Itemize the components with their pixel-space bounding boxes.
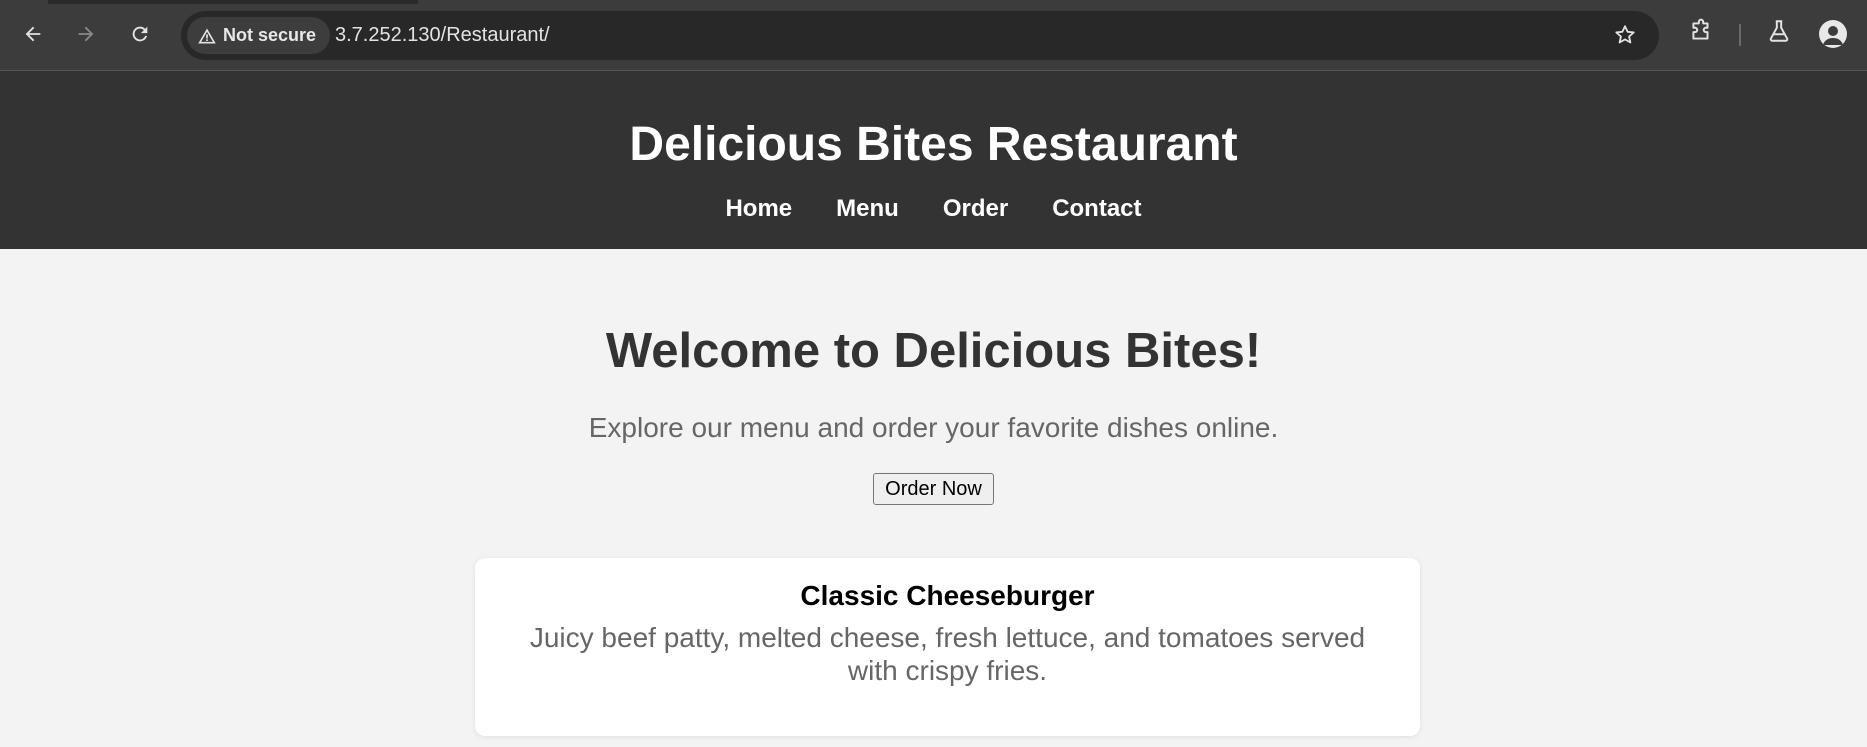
forward-arrow-icon: [78, 26, 94, 42]
nav-link-contact[interactable]: Contact: [1030, 195, 1163, 223]
menu-item-card: Classic Cheeseburger Juicy beef patty, m…: [475, 558, 1420, 736]
nav-link-order[interactable]: Order: [921, 195, 1030, 223]
nav-link-home[interactable]: Home: [703, 195, 814, 223]
reload-icon: [132, 26, 148, 42]
site-title: Delicious Bites Restaurant: [629, 118, 1238, 171]
flask-icon: [1769, 20, 1789, 42]
forward-button[interactable]: [68, 16, 104, 52]
welcome-subtitle: Explore our menu and order your favorite…: [588, 412, 1279, 443]
reload-button[interactable]: [122, 16, 158, 52]
security-indicator[interactable]: Not secure: [187, 17, 331, 54]
profile-icon: [1823, 26, 1843, 45]
address-bar[interactable]: Not secure 3.7.252.130/Restaurant/: [181, 11, 1659, 60]
nav-link-menu[interactable]: Menu: [814, 195, 921, 223]
site-header: Delicious Bites Restaurant Home Menu Ord…: [0, 71, 1867, 249]
url-text[interactable]: 3.7.252.130/Restaurant/: [335, 11, 550, 60]
tab-strip-edge: [48, 0, 418, 4]
back-arrow-icon: [25, 26, 41, 42]
puzzle-icon: [1692, 18, 1709, 40]
star-icon: [1615, 25, 1635, 44]
extensions-button[interactable]: [1688, 18, 1714, 49]
security-label: Not secure: [223, 25, 317, 45]
main-nav: Home Menu Order Contact: [0, 195, 1867, 223]
toolbar-divider: [1739, 24, 1741, 46]
hero-section: Welcome to Delicious Bites! Explore our …: [0, 249, 1867, 505]
order-now-button[interactable]: Order Now: [873, 473, 994, 505]
labs-button[interactable]: [1766, 18, 1792, 49]
bookmark-button[interactable]: [1613, 23, 1637, 52]
browser-toolbar: Not secure 3.7.252.130/Restaurant/: [0, 0, 1867, 71]
menu-item-description: Juicy beef patty, melted cheese, fresh l…: [529, 622, 1366, 686]
menu-item-name: Classic Cheeseburger: [800, 580, 1095, 611]
warning-icon: [198, 28, 216, 43]
back-button[interactable]: [15, 16, 51, 52]
profile-button[interactable]: [1819, 20, 1847, 48]
welcome-heading: Welcome to Delicious Bites!: [605, 324, 1262, 378]
